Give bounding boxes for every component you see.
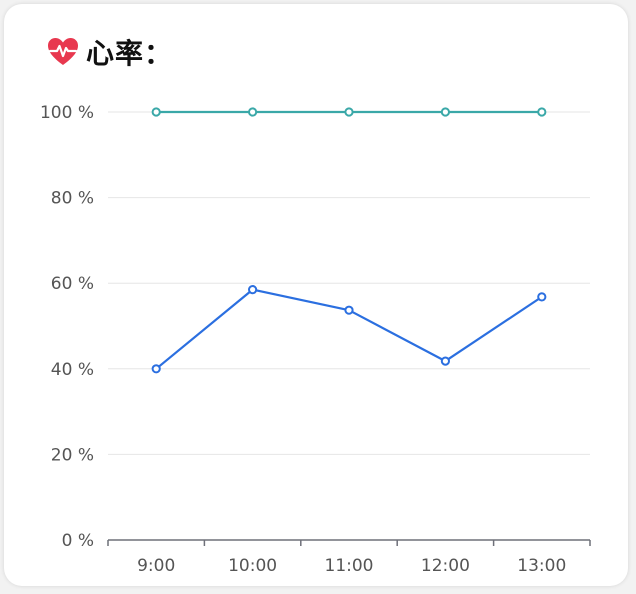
x-tick-label: 10:00 bbox=[228, 556, 277, 576]
x-tick-label: 11:00 bbox=[325, 556, 374, 576]
y-tick-label: 0 % bbox=[62, 531, 94, 551]
x-tick-label: 9:00 bbox=[137, 556, 175, 576]
data-point[interactable] bbox=[344, 305, 354, 315]
y-tick-label: 80 % bbox=[51, 189, 94, 209]
data-point[interactable] bbox=[440, 107, 450, 117]
data-point[interactable] bbox=[248, 285, 258, 295]
data-point[interactable] bbox=[440, 356, 450, 366]
heart-rate-line-chart: 0 % 20 % 40 % 60 % 80 % 100 % 9:00 10:00 11:00 1… bbox=[40, 103, 591, 576]
y-axis-tick-labels: 0 % 20 % 40 % 60 % 80 % 100 % bbox=[40, 103, 94, 551]
x-axis bbox=[107, 539, 591, 546]
series-line-2 bbox=[155, 288, 543, 370]
data-point[interactable] bbox=[537, 292, 547, 302]
data-point[interactable] bbox=[344, 107, 354, 117]
x-tick-label: 13:00 bbox=[517, 556, 566, 576]
y-tick-label: 60 % bbox=[51, 274, 94, 294]
data-point[interactable] bbox=[248, 107, 258, 117]
y-tick-label: 40 % bbox=[51, 360, 94, 380]
x-tick-label: 12:00 bbox=[421, 556, 470, 576]
data-point[interactable] bbox=[151, 364, 161, 374]
data-point[interactable] bbox=[537, 107, 547, 117]
data-point[interactable] bbox=[151, 107, 161, 117]
x-axis-tick-labels: 9:00 10:00 11:00 12:00 13:00 bbox=[137, 556, 566, 576]
y-tick-label: 20 % bbox=[51, 445, 94, 465]
y-tick-label: 100 % bbox=[40, 103, 94, 123]
series-lines bbox=[155, 110, 543, 370]
grid-lines bbox=[108, 111, 590, 455]
